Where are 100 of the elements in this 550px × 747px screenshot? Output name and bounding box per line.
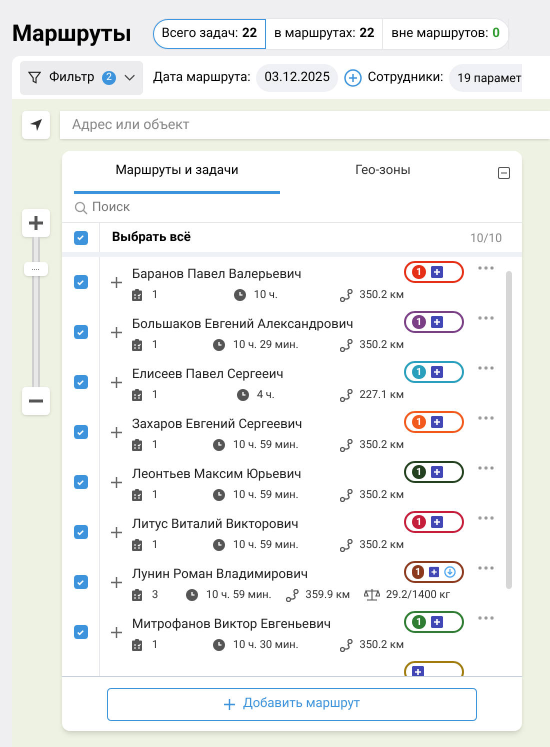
- expand-icon[interactable]: [110, 276, 122, 288]
- more-icon[interactable]: [478, 416, 494, 420]
- plus-square-icon[interactable]: [412, 666, 424, 676]
- plus-icon: [29, 216, 43, 230]
- checkmark-icon: [76, 528, 85, 536]
- zoom-out-button[interactable]: [22, 387, 50, 415]
- date-label: Дата маршрута:: [153, 68, 250, 87]
- checkbox[interactable]: [74, 625, 88, 639]
- route-badge[interactable]: 1: [404, 261, 464, 283]
- scales-icon: [364, 589, 380, 602]
- expand-icon[interactable]: [110, 526, 122, 538]
- clipboard-icon: [132, 639, 142, 652]
- map-placeholder[interactable]: [12, 99, 550, 747]
- clock-icon: [234, 289, 246, 302]
- task-count: 3: [152, 587, 158, 603]
- filter-button[interactable]: Фильтр 2: [20, 60, 143, 94]
- collapse-icon[interactable]: [498, 166, 510, 178]
- route-count: 1: [412, 265, 426, 279]
- route-badge[interactable]: 1: [404, 611, 464, 633]
- plus-square-icon[interactable]: [431, 366, 443, 378]
- plus-square-icon[interactable]: [431, 616, 443, 628]
- clock-icon: [212, 539, 225, 552]
- zoom-in-button[interactable]: [22, 209, 50, 237]
- zoom-handle[interactable]: [24, 262, 48, 276]
- checkbox[interactable]: [74, 275, 88, 289]
- employee-name: Елисеев Павел Сергееич: [132, 366, 284, 384]
- task-count: 1: [152, 537, 158, 553]
- summary-item[interactable]: вне маршрутов: 0: [383, 19, 509, 49]
- clock-icon: [212, 639, 225, 652]
- summary-item[interactable]: Всего задач: 22: [152, 19, 266, 49]
- checkbox[interactable]: [74, 325, 88, 339]
- more-icon[interactable]: [478, 466, 494, 470]
- route-distance: 350.2 км: [360, 487, 404, 503]
- employee-name: Митрофанов Виктор Евгеньевич: [132, 616, 332, 634]
- clock-icon: [212, 439, 225, 452]
- selection-count: 10/10: [470, 230, 502, 246]
- task-count: 1: [152, 487, 158, 503]
- search-field[interactable]: Поиск: [92, 198, 510, 218]
- clipboard-icon: [132, 589, 142, 602]
- scrollbar[interactable]: [506, 271, 512, 589]
- route-badge[interactable]: 1: [404, 561, 464, 583]
- expand-icon[interactable]: [110, 376, 122, 388]
- locate-button[interactable]: [22, 111, 50, 139]
- plus-icon: [224, 698, 235, 710]
- plus-square-icon[interactable]: [431, 466, 443, 478]
- route-icon: [340, 338, 354, 352]
- checkbox[interactable]: [74, 230, 88, 244]
- expand-icon[interactable]: [110, 326, 122, 338]
- more-icon[interactable]: [478, 316, 494, 320]
- plus-square-icon[interactable]: [431, 316, 443, 328]
- summary-value: 22: [242, 25, 258, 44]
- clipboard-icon: [132, 539, 142, 552]
- employee-name: Захаров Евгений Сергеевич: [132, 416, 304, 434]
- route-distance: 350.2 км: [360, 537, 404, 553]
- route-weight: 29.2/1400 кг: [386, 587, 450, 603]
- employee-name: Лунин Роман Владимирович: [132, 566, 309, 584]
- checkbox[interactable]: [74, 425, 88, 439]
- more-icon[interactable]: [478, 566, 494, 570]
- route-badge[interactable]: 1: [404, 511, 464, 533]
- expand-icon[interactable]: [110, 476, 122, 488]
- route-distance: 350.2 км: [360, 287, 404, 303]
- staff-label: Сотрудники:: [368, 68, 444, 87]
- expand-icon[interactable]: [110, 626, 122, 638]
- panel-tab[interactable]: Маршруты и задачи: [74, 151, 280, 194]
- route-badge[interactable]: 1: [404, 461, 464, 483]
- address-field[interactable]: Адрес или объект: [60, 111, 550, 139]
- route-distance: 350.2 км: [360, 337, 404, 353]
- plus-square-icon[interactable]: [431, 516, 443, 528]
- checkmark-icon: [76, 578, 85, 586]
- date-field[interactable]: 03.12.2025: [256, 64, 338, 92]
- route-count: 1: [412, 465, 426, 479]
- download-icon[interactable]: [444, 565, 456, 579]
- checkbox[interactable]: [74, 475, 88, 489]
- route-duration: 10 ч. 59 мин.: [232, 537, 299, 553]
- search-icon: [74, 201, 88, 215]
- plus-square-icon[interactable]: [431, 416, 443, 428]
- route-distance: 227.1 км: [360, 387, 404, 403]
- expand-icon[interactable]: [110, 576, 122, 588]
- checkbox[interactable]: [74, 575, 88, 589]
- more-icon[interactable]: [478, 516, 494, 520]
- checkbox[interactable]: [74, 375, 88, 389]
- plus-square-icon[interactable]: [428, 566, 440, 578]
- add-icon[interactable]: [344, 68, 362, 86]
- route-icon: [340, 488, 354, 502]
- more-icon[interactable]: [478, 616, 494, 620]
- route-count: 1: [412, 565, 424, 579]
- expand-icon[interactable]: [110, 426, 122, 438]
- panel-tab[interactable]: Гео-зоны: [280, 151, 486, 194]
- route-badge[interactable]: 1: [404, 311, 464, 333]
- route-duration: 10 ч. 59 мин.: [206, 587, 272, 603]
- checkmark-icon: [76, 628, 85, 636]
- task-count: 1: [152, 437, 158, 453]
- plus-square-icon[interactable]: [431, 266, 443, 278]
- checkbox[interactable]: [74, 525, 88, 539]
- checkmark-icon: [76, 478, 85, 486]
- more-icon[interactable]: [478, 366, 494, 370]
- filter-count: 2: [102, 70, 116, 84]
- more-icon[interactable]: [478, 266, 494, 270]
- staff-field[interactable]: 19 парамет: [449, 64, 522, 92]
- summary-item[interactable]: в маршрутах: 22: [266, 19, 384, 49]
